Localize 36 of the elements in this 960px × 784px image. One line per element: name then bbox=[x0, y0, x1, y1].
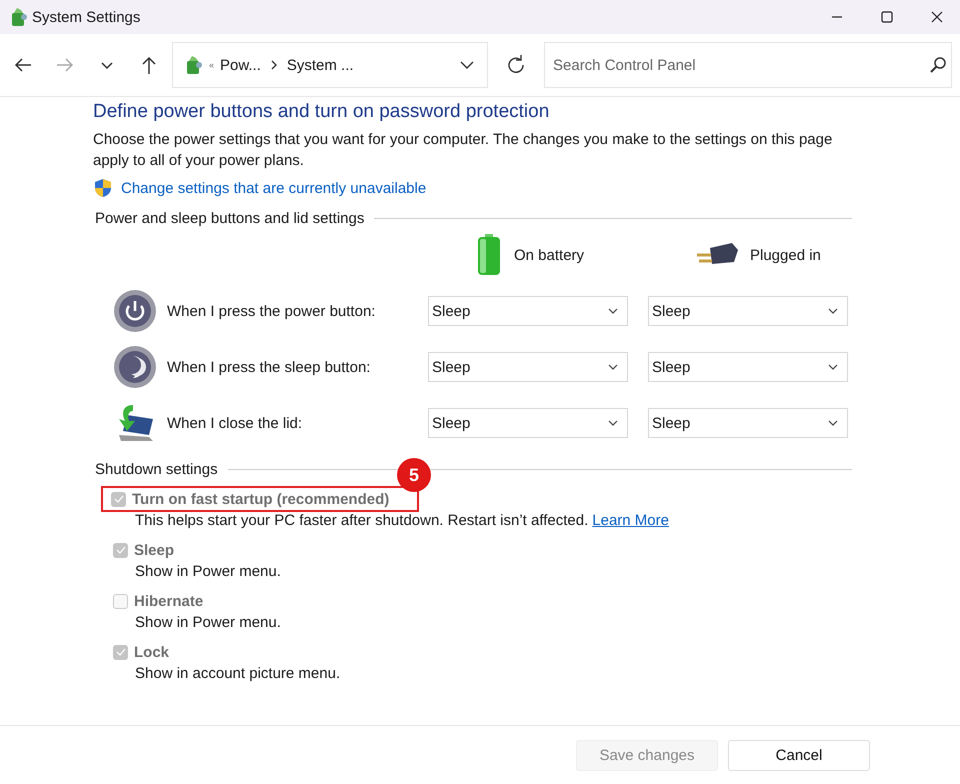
moon-button-icon bbox=[113, 345, 157, 389]
action-dropdown[interactable]: Sleep bbox=[428, 408, 628, 438]
option-label: Lock bbox=[134, 644, 170, 660]
setting-label: When I close the lid: bbox=[167, 414, 302, 432]
admin-settings-link[interactable]: Change settings that are currently unavailable bbox=[121, 180, 426, 196]
action-dropdown[interactable]: Sleep bbox=[648, 352, 848, 382]
breadcrumb-item[interactable]: Pow... bbox=[220, 56, 261, 74]
option-description: Show in account picture menu. bbox=[134, 665, 342, 682]
breadcrumb-separator: « bbox=[209, 60, 214, 70]
footer-button[interactable]: Cancel bbox=[728, 740, 870, 770]
option-description: This helps start your PC faster after shutdown. Restart isn’t affected. bbox=[135, 512, 588, 529]
search-icon bbox=[928, 55, 948, 75]
setting-label: When I press the sleep button: bbox=[167, 358, 370, 376]
search-field[interactable]: Search Control Panel bbox=[544, 42, 952, 88]
action-dropdown[interactable]: Sleep bbox=[428, 352, 628, 382]
window-title: System Settings bbox=[32, 8, 142, 26]
action-dropdown[interactable]: Sleep bbox=[648, 296, 848, 326]
option-label: Hibernate bbox=[134, 592, 204, 610]
column-header: Plugged in bbox=[750, 246, 821, 264]
option-description: Show in Power menu. bbox=[134, 614, 282, 631]
action-dropdown[interactable]: Sleep bbox=[648, 408, 848, 438]
address-bar[interactable]: « Pow... System ... bbox=[172, 42, 488, 88]
column-header: On battery bbox=[514, 246, 584, 264]
power-button-icon bbox=[113, 289, 157, 333]
option-label: Turn on fast startup (recommended) bbox=[132, 490, 390, 508]
setting-label: When I press the power button: bbox=[167, 302, 376, 320]
page-heading: Define power buttons and turn on password protection bbox=[93, 101, 550, 123]
shield-icon bbox=[93, 178, 113, 198]
step-badge: 5 bbox=[397, 458, 431, 492]
action-dropdown[interactable]: Sleep bbox=[428, 296, 628, 326]
option-description: Show in Power menu. bbox=[134, 563, 282, 580]
option-label: Sleep bbox=[134, 542, 174, 558]
section-title: Shutdown settings bbox=[95, 461, 218, 478]
intro-text: Choose the power settings that you want for your computer. The changes you make to the settings on this page apply to all of your power plans. bbox=[93, 130, 834, 171]
breadcrumb-item[interactable]: System ... bbox=[286, 56, 354, 74]
section-title: Power and sleep buttons and lid settings bbox=[95, 210, 364, 227]
